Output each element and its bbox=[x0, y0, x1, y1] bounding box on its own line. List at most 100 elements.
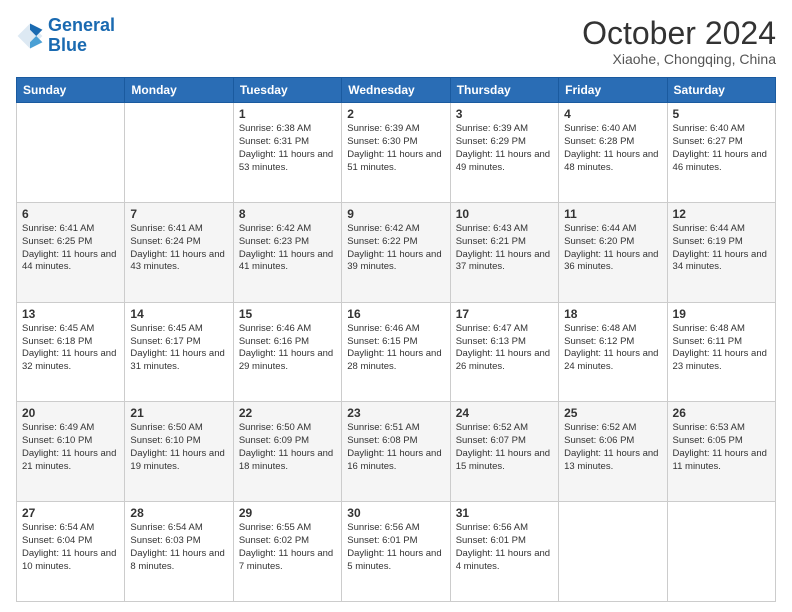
calendar-cell: 28Sunrise: 6:54 AMSunset: 6:03 PMDayligh… bbox=[125, 502, 233, 602]
calendar-week-3: 13 Sunrise: 6:45 AMSunset: 6:18 PMDayligh… bbox=[17, 302, 776, 402]
day-number: 31 bbox=[456, 506, 553, 520]
day-number: 13 bbox=[22, 307, 119, 321]
day-number: 10 bbox=[456, 207, 553, 221]
logo: General Blue bbox=[16, 16, 115, 56]
day-header-wednesday: Wednesday bbox=[342, 78, 450, 103]
day-header-saturday: Saturday bbox=[667, 78, 775, 103]
day-info: Sunrise: 6:40 AMSunset: 6:28 PMDaylight:… bbox=[564, 123, 661, 174]
day-number: 27 bbox=[22, 506, 119, 520]
day-info: Sunrise: 6:52 AMSunset: 6:07 PMDaylight:… bbox=[456, 422, 553, 473]
day-info: Sunrise: 6:38 AMSunset: 6:31 PMDaylight:… bbox=[239, 123, 336, 174]
calendar-cell: 29 Sunrise: 6:55 AMSunset: 6:02 PMDayligh… bbox=[233, 502, 341, 602]
calendar-cell: 23 Sunrise: 6:51 AMSunset: 6:08 PMDayligh… bbox=[342, 402, 450, 502]
logo-text: General Blue bbox=[48, 16, 115, 56]
day-number: 30 bbox=[347, 506, 444, 520]
header: General Blue October 2024 Xiaohe, Chongq… bbox=[16, 16, 776, 67]
day-info: Sunrise: 6:44 AMSunset: 6:20 PMDaylight:… bbox=[564, 223, 661, 274]
calendar-cell: 26 Sunrise: 6:53 AMSunset: 6:05 PMDayligh… bbox=[667, 402, 775, 502]
day-info: Sunrise: 6:41 AMSunset: 6:24 PMDaylight:… bbox=[130, 223, 227, 274]
header-row: SundayMondayTuesdayWednesdayThursdayFrid… bbox=[17, 78, 776, 103]
calendar-week-5: 27 Sunrise: 6:54 AMSunset: 6:04 PMDayligh… bbox=[17, 502, 776, 602]
day-info: Sunrise: 6:53 AMSunset: 6:05 PMDaylight:… bbox=[673, 422, 770, 473]
calendar-cell bbox=[125, 103, 233, 203]
calendar-cell: 5Sunrise: 6:40 AMSunset: 6:27 PMDaylight… bbox=[667, 103, 775, 203]
day-number: 3 bbox=[456, 107, 553, 121]
calendar-cell: 7 Sunrise: 6:41 AMSunset: 6:24 PMDaylight… bbox=[125, 202, 233, 302]
day-number: 1 bbox=[239, 107, 336, 121]
day-number: 11 bbox=[564, 207, 661, 221]
day-header-monday: Monday bbox=[125, 78, 233, 103]
calendar-cell: 13 Sunrise: 6:45 AMSunset: 6:18 PMDayligh… bbox=[17, 302, 125, 402]
day-info: Sunrise: 6:40 AMSunset: 6:27 PMDaylight:… bbox=[673, 123, 770, 174]
calendar-subtitle: Xiaohe, Chongqing, China bbox=[582, 51, 776, 67]
day-number: 6 bbox=[22, 207, 119, 221]
calendar-week-4: 20Sunrise: 6:49 AMSunset: 6:10 PMDayligh… bbox=[17, 402, 776, 502]
calendar-cell: 25 Sunrise: 6:52 AMSunset: 6:06 PMDayligh… bbox=[559, 402, 667, 502]
calendar-cell: 10Sunrise: 6:43 AMSunset: 6:21 PMDayligh… bbox=[450, 202, 558, 302]
day-info: Sunrise: 6:49 AMSunset: 6:10 PMDaylight:… bbox=[22, 422, 119, 473]
calendar-week-1: 1 Sunrise: 6:38 AMSunset: 6:31 PMDaylight… bbox=[17, 103, 776, 203]
day-number: 12 bbox=[673, 207, 770, 221]
day-info: Sunrise: 6:45 AMSunset: 6:18 PMDaylight:… bbox=[22, 323, 119, 374]
day-info: Sunrise: 6:56 AMSunset: 6:01 PMDaylight:… bbox=[347, 522, 444, 573]
day-info: Sunrise: 6:42 AMSunset: 6:22 PMDaylight:… bbox=[347, 223, 444, 274]
day-number: 7 bbox=[130, 207, 227, 221]
calendar-cell: 21Sunrise: 6:50 AMSunset: 6:10 PMDayligh… bbox=[125, 402, 233, 502]
calendar-cell: 27 Sunrise: 6:54 AMSunset: 6:04 PMDayligh… bbox=[17, 502, 125, 602]
day-header-friday: Friday bbox=[559, 78, 667, 103]
day-number: 18 bbox=[564, 307, 661, 321]
day-info: Sunrise: 6:54 AMSunset: 6:03 PMDaylight:… bbox=[130, 522, 227, 573]
calendar-cell: 31 Sunrise: 6:56 AMSunset: 6:01 PMDayligh… bbox=[450, 502, 558, 602]
day-number: 25 bbox=[564, 406, 661, 420]
day-number: 23 bbox=[347, 406, 444, 420]
day-info: Sunrise: 6:54 AMSunset: 6:04 PMDaylight:… bbox=[22, 522, 119, 573]
day-info: Sunrise: 6:44 AMSunset: 6:19 PMDaylight:… bbox=[673, 223, 770, 274]
logo-general: General bbox=[48, 15, 115, 35]
day-header-sunday: Sunday bbox=[17, 78, 125, 103]
day-info: Sunrise: 6:41 AMSunset: 6:25 PMDaylight:… bbox=[22, 223, 119, 274]
calendar-cell: 3 Sunrise: 6:39 AMSunset: 6:29 PMDaylight… bbox=[450, 103, 558, 203]
day-number: 21 bbox=[130, 406, 227, 420]
day-number: 22 bbox=[239, 406, 336, 420]
page: General Blue October 2024 Xiaohe, Chongq… bbox=[0, 0, 792, 612]
day-header-thursday: Thursday bbox=[450, 78, 558, 103]
calendar-cell: 30 Sunrise: 6:56 AMSunset: 6:01 PMDayligh… bbox=[342, 502, 450, 602]
calendar-table: SundayMondayTuesdayWednesdayThursdayFrid… bbox=[16, 77, 776, 602]
day-info: Sunrise: 6:39 AMSunset: 6:30 PMDaylight:… bbox=[347, 123, 444, 174]
day-number: 15 bbox=[239, 307, 336, 321]
calendar-cell: 14Sunrise: 6:45 AMSunset: 6:17 PMDayligh… bbox=[125, 302, 233, 402]
calendar-cell: 20Sunrise: 6:49 AMSunset: 6:10 PMDayligh… bbox=[17, 402, 125, 502]
title-area: October 2024 Xiaohe, Chongqing, China bbox=[582, 16, 776, 67]
day-number: 26 bbox=[673, 406, 770, 420]
day-info: Sunrise: 6:46 AMSunset: 6:16 PMDaylight:… bbox=[239, 323, 336, 374]
day-number: 24 bbox=[456, 406, 553, 420]
calendar-cell: 8Sunrise: 6:42 AMSunset: 6:23 PMDaylight… bbox=[233, 202, 341, 302]
day-info: Sunrise: 6:48 AMSunset: 6:12 PMDaylight:… bbox=[564, 323, 661, 374]
day-info: Sunrise: 6:47 AMSunset: 6:13 PMDaylight:… bbox=[456, 323, 553, 374]
day-number: 16 bbox=[347, 307, 444, 321]
day-info: Sunrise: 6:51 AMSunset: 6:08 PMDaylight:… bbox=[347, 422, 444, 473]
day-number: 29 bbox=[239, 506, 336, 520]
calendar-cell: 2Sunrise: 6:39 AMSunset: 6:30 PMDaylight… bbox=[342, 103, 450, 203]
logo-blue: Blue bbox=[48, 35, 87, 55]
calendar-cell: 18 Sunrise: 6:48 AMSunset: 6:12 PMDayligh… bbox=[559, 302, 667, 402]
calendar-cell: 1 Sunrise: 6:38 AMSunset: 6:31 PMDaylight… bbox=[233, 103, 341, 203]
day-number: 14 bbox=[130, 307, 227, 321]
logo-icon bbox=[16, 22, 44, 50]
calendar-cell: 19Sunrise: 6:48 AMSunset: 6:11 PMDayligh… bbox=[667, 302, 775, 402]
calendar-cell bbox=[17, 103, 125, 203]
day-info: Sunrise: 6:50 AMSunset: 6:09 PMDaylight:… bbox=[239, 422, 336, 473]
calendar-cell: 9Sunrise: 6:42 AMSunset: 6:22 PMDaylight… bbox=[342, 202, 450, 302]
day-info: Sunrise: 6:52 AMSunset: 6:06 PMDaylight:… bbox=[564, 422, 661, 473]
day-header-tuesday: Tuesday bbox=[233, 78, 341, 103]
day-number: 4 bbox=[564, 107, 661, 121]
calendar-cell: 24 Sunrise: 6:52 AMSunset: 6:07 PMDayligh… bbox=[450, 402, 558, 502]
calendar-title: October 2024 bbox=[582, 16, 776, 51]
day-number: 8 bbox=[239, 207, 336, 221]
day-info: Sunrise: 6:56 AMSunset: 6:01 PMDaylight:… bbox=[456, 522, 553, 573]
day-info: Sunrise: 6:39 AMSunset: 6:29 PMDaylight:… bbox=[456, 123, 553, 174]
day-info: Sunrise: 6:55 AMSunset: 6:02 PMDaylight:… bbox=[239, 522, 336, 573]
calendar-cell bbox=[559, 502, 667, 602]
calendar-cell bbox=[667, 502, 775, 602]
calendar-cell: 6 Sunrise: 6:41 AMSunset: 6:25 PMDaylight… bbox=[17, 202, 125, 302]
